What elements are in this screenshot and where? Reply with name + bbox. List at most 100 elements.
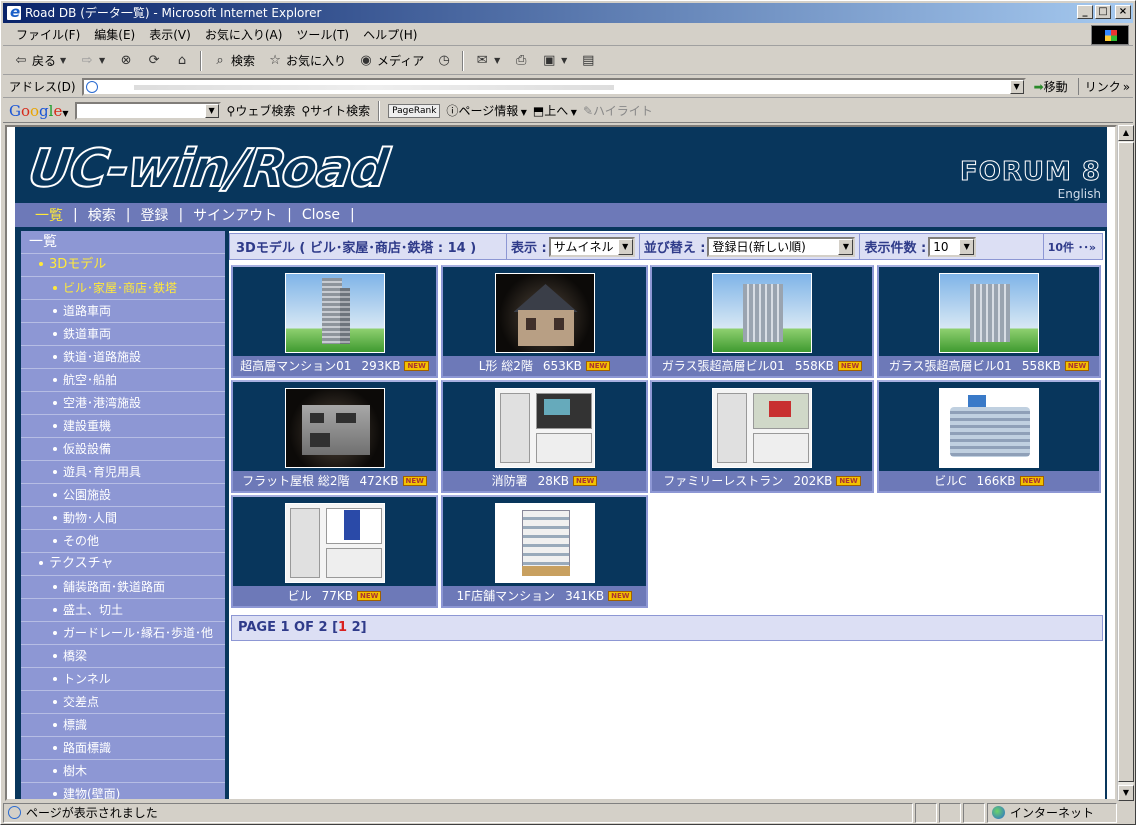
address-input[interactable]: ▼ xyxy=(81,77,1026,96)
web-search-button[interactable]: ⚲ウェブ検索 xyxy=(227,102,296,119)
sidebar-item[interactable]: 建設重機 xyxy=(21,415,225,438)
sidebar-item[interactable]: 盛土、切土 xyxy=(21,599,225,622)
info-icon: ⓘ xyxy=(446,104,459,118)
sidebar-item[interactable]: 鉄道車両 xyxy=(21,323,225,346)
sidebar-item[interactable]: 空港･港湾施設 xyxy=(21,392,225,415)
sidebar-item[interactable]: テクスチャ xyxy=(21,553,225,576)
address-dropdown-button[interactable]: ▼ xyxy=(1009,79,1024,94)
favorites-button[interactable]: ☆ お気に入り xyxy=(263,50,350,71)
google-search-input[interactable]: ▼ xyxy=(74,101,221,120)
edit-button[interactable]: ▣ ▼ xyxy=(537,51,572,71)
highlight-button[interactable]: ✎ハイライト xyxy=(583,102,653,119)
links-chevron-icon[interactable]: » xyxy=(1123,80,1130,94)
model-caption[interactable]: ガラス張超高層ビル01 558KB NEW xyxy=(652,356,872,376)
model-card[interactable]: ガラス張超高層ビル01 558KB NEW xyxy=(650,265,874,378)
go-button[interactable]: ➡移動 xyxy=(1034,78,1068,95)
up-button[interactable]: ⬒上へ ▼ xyxy=(533,102,577,119)
sidebar-item[interactable]: 鉄道･道路施設 xyxy=(21,346,225,369)
google-logo[interactable]: Google▼ xyxy=(9,102,69,120)
sort-select[interactable]: 登録日(新しい順) ▼ xyxy=(707,236,856,257)
sidebar-item[interactable]: 標識 xyxy=(21,714,225,737)
sidebar-item[interactable]: 交差点 xyxy=(21,691,225,714)
sidebar-item[interactable]: 航空･船舶 xyxy=(21,369,225,392)
display-select[interactable]: サムイネル ▼ xyxy=(548,236,635,257)
sidebar-item[interactable]: 3Dモデル xyxy=(21,254,225,277)
page-info-button[interactable]: ⓘページ情報 ▼ xyxy=(446,102,526,119)
model-card[interactable]: L形 総2階 653KB NEW xyxy=(441,265,648,378)
vertical-scrollbar[interactable]: ▲ ▼ xyxy=(1117,125,1134,801)
home-button[interactable]: ⌂ xyxy=(170,51,194,71)
print-button[interactable]: ⎙ xyxy=(509,51,533,71)
media-button[interactable]: ◉ メディア xyxy=(354,50,428,71)
sidebar-item[interactable]: 遊具･育児用具 xyxy=(21,461,225,484)
sidebar-item[interactable]: ビル･家屋･商店･鉄塔 xyxy=(21,277,225,300)
nav-signout[interactable]: サインアウト xyxy=(193,205,277,225)
scroll-up-button[interactable]: ▲ xyxy=(1118,125,1134,141)
close-button[interactable]: × xyxy=(1115,5,1131,19)
bullet-icon xyxy=(53,791,57,796)
stop-button[interactable]: ⊗ xyxy=(114,51,138,71)
discuss-button[interactable]: ▤ xyxy=(576,51,600,71)
model-card[interactable]: 1F店舗マンション 341KB NEW xyxy=(441,495,648,608)
links-button[interactable]: リンク xyxy=(1077,78,1121,95)
sidebar-item[interactable]: ガードレール･縁石･歩道･他 xyxy=(21,622,225,645)
sidebar-item[interactable]: 舗装路面･鉄道路面 xyxy=(21,576,225,599)
menu-tools[interactable]: ツール(T) xyxy=(289,26,356,43)
scroll-down-button[interactable]: ▼ xyxy=(1118,785,1134,801)
history-button[interactable]: ◷ xyxy=(432,51,456,71)
model-caption[interactable]: ビルC 166KB NEW xyxy=(879,471,1099,491)
maximize-button[interactable]: □ xyxy=(1095,5,1111,19)
pagerank-indicator[interactable]: PageRank xyxy=(388,103,441,118)
model-card[interactable]: ビル 77KB NEW xyxy=(231,495,438,608)
search-button[interactable]: ⌕ 検索 xyxy=(208,50,259,71)
model-card[interactable]: 消防署 28KB NEW xyxy=(441,380,648,493)
forward-button[interactable]: ⇨ ▼ xyxy=(75,51,110,71)
sidebar-item[interactable]: 一覧 xyxy=(21,231,225,254)
sidebar-item[interactable]: 路面標識 xyxy=(21,737,225,760)
english-link[interactable]: English xyxy=(1058,187,1101,201)
menu-help[interactable]: ヘルプ(H) xyxy=(356,26,424,43)
model-caption[interactable]: フラット屋根 総2階 472KB NEW xyxy=(233,471,436,491)
model-caption[interactable]: ファミリーレストラン 202KB NEW xyxy=(652,471,872,491)
model-card[interactable]: ガラス張超高層ビル01 558KB NEW xyxy=(877,265,1101,378)
model-caption[interactable]: L形 総2階 653KB NEW xyxy=(443,356,646,376)
sidebar-item[interactable]: 樹木 xyxy=(21,760,225,783)
model-card[interactable]: ファミリーレストラン 202KB NEW xyxy=(650,380,874,493)
sidebar-item[interactable]: 動物･人間 xyxy=(21,507,225,530)
model-caption[interactable]: ビル 77KB NEW xyxy=(233,586,436,606)
model-card[interactable]: ビルC 166KB NEW xyxy=(877,380,1101,493)
site-search-button[interactable]: ⚲サイト検索 xyxy=(301,102,370,119)
menu-edit[interactable]: 編集(E) xyxy=(87,26,142,43)
nav-register[interactable]: 登録 xyxy=(140,205,168,225)
page-1-link[interactable]: 1 xyxy=(338,620,347,635)
model-caption[interactable]: 超高層マンション01 293KB NEW xyxy=(233,356,436,376)
model-card[interactable]: 超高層マンション01 293KB NEW xyxy=(231,265,438,378)
scroll-thumb[interactable] xyxy=(1118,142,1134,782)
sidebar-item[interactable]: 公園施設 xyxy=(21,484,225,507)
nav-close[interactable]: Close xyxy=(302,207,340,223)
sidebar-item[interactable]: 仮設設備 xyxy=(21,438,225,461)
model-caption[interactable]: ガラス張超高層ビル01 558KB NEW xyxy=(879,356,1099,376)
menu-view[interactable]: 表示(V) xyxy=(142,26,198,43)
model-caption[interactable]: 1F店舗マンション 341KB NEW xyxy=(443,586,646,606)
sidebar-item[interactable]: 建物(壁面) xyxy=(21,783,225,799)
google-search-dropdown[interactable]: ▼ xyxy=(204,103,219,118)
next-page-link[interactable]: 10件 ･･» xyxy=(1042,234,1102,259)
model-card[interactable]: フラット屋根 総2階 472KB NEW xyxy=(231,380,438,493)
mail-button[interactable]: ✉ ▼ xyxy=(470,51,505,71)
count-select[interactable]: 10 ▼ xyxy=(928,236,977,257)
sidebar-item[interactable]: トンネル xyxy=(21,668,225,691)
sidebar-item[interactable]: その他 xyxy=(21,530,225,553)
sidebar-item[interactable]: 橋梁 xyxy=(21,645,225,668)
refresh-button[interactable]: ⟳ xyxy=(142,51,166,71)
sidebar-item-label: 航空･船舶 xyxy=(63,373,118,387)
menu-favorites[interactable]: お気に入り(A) xyxy=(198,26,290,43)
back-button[interactable]: ⇦ 戻る ▼ xyxy=(9,50,71,71)
minimize-button[interactable]: _ xyxy=(1077,5,1093,19)
sidebar-item[interactable]: 道路車両 xyxy=(21,300,225,323)
model-caption[interactable]: 消防署 28KB NEW xyxy=(443,471,646,491)
page-2-link[interactable]: 2 xyxy=(352,620,361,635)
nav-search[interactable]: 検索 xyxy=(88,205,116,225)
menu-file[interactable]: ファイル(F) xyxy=(9,26,87,43)
nav-list[interactable]: 一覧 xyxy=(35,205,63,225)
